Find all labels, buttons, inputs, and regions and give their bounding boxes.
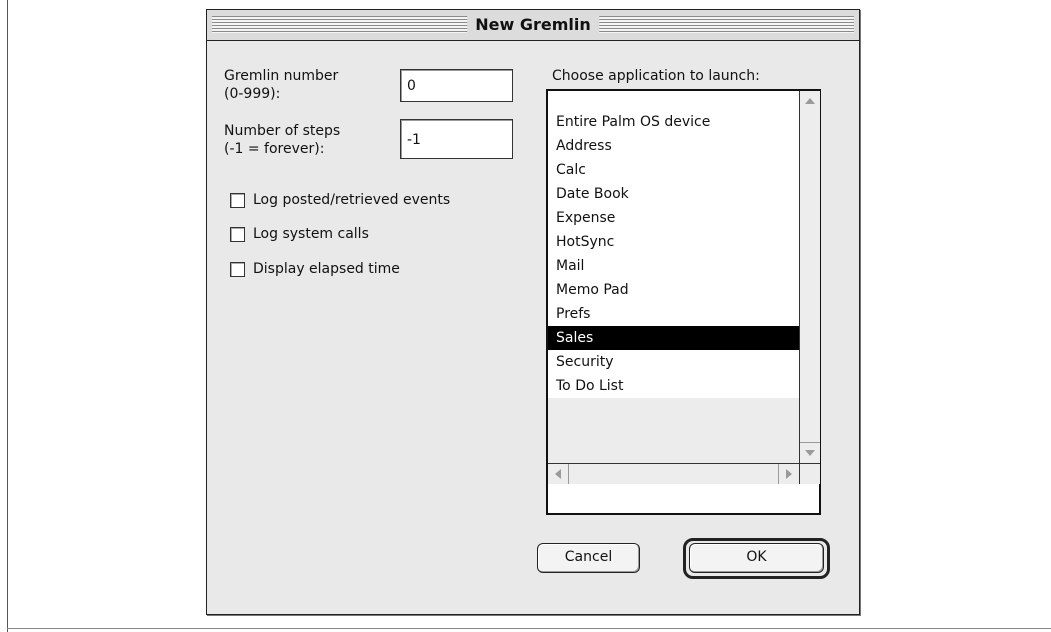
ok-button[interactable]: OK bbox=[689, 543, 824, 573]
log-system-calls-option[interactable]: Log system calls bbox=[230, 225, 369, 243]
gremlin-number-label: Gremlin number (0-999): bbox=[224, 68, 339, 102]
display-elapsed-time-checkbox[interactable] bbox=[230, 261, 245, 277]
list-item[interactable]: Prefs bbox=[548, 302, 799, 326]
list-item[interactable]: Entire Palm OS device bbox=[548, 110, 799, 134]
list-item[interactable]: HotSync bbox=[548, 230, 799, 254]
list-item[interactable]: Expense bbox=[548, 206, 799, 230]
page-left-rule bbox=[7, 0, 8, 632]
scroll-up-arrow-icon[interactable] bbox=[800, 91, 820, 111]
list-item-selected[interactable]: Sales bbox=[548, 326, 799, 350]
number-of-steps-field[interactable]: -1 bbox=[400, 119, 513, 159]
display-elapsed-time-label: Display elapsed time bbox=[253, 261, 400, 277]
scroll-down-arrow-icon[interactable] bbox=[800, 442, 820, 463]
display-elapsed-time-option[interactable]: Display elapsed time bbox=[230, 260, 400, 278]
scroll-right-arrow-icon[interactable] bbox=[778, 464, 799, 484]
horizontal-scrollbar[interactable] bbox=[548, 463, 799, 484]
list-item[interactable]: Date Book bbox=[548, 182, 799, 206]
number-of-steps-label: Number of steps (-1 = forever): bbox=[224, 123, 341, 157]
list-item[interactable]: Mail bbox=[548, 254, 799, 278]
log-posted-events-checkbox[interactable] bbox=[230, 192, 245, 208]
log-system-calls-label: Log system calls bbox=[253, 226, 369, 242]
list-item[interactable]: Security bbox=[548, 350, 799, 374]
log-posted-events-label: Log posted/retrieved events bbox=[253, 192, 451, 208]
page-bottom-rule bbox=[7, 628, 1051, 629]
list-item[interactable]: Address bbox=[548, 134, 799, 158]
scrollbar-corner bbox=[799, 463, 820, 484]
gremlin-number-field[interactable]: 0 bbox=[400, 69, 513, 102]
log-system-calls-checkbox[interactable] bbox=[230, 226, 245, 242]
list-item[interactable]: To Do List bbox=[548, 374, 799, 398]
list-empty-area bbox=[548, 398, 799, 463]
window-title: New Gremlin bbox=[467, 14, 599, 36]
app-list-label: Choose application to launch: bbox=[552, 68, 760, 84]
vertical-scrollbar[interactable] bbox=[799, 91, 820, 463]
list-item[interactable]: Memo Pad bbox=[548, 278, 799, 302]
application-list: Entire Palm OS device Address Calc Date … bbox=[546, 89, 821, 515]
scroll-left-arrow-icon[interactable] bbox=[548, 464, 569, 484]
new-gremlin-dialog: New Gremlin Gremlin number (0-999): 0 Nu… bbox=[206, 9, 860, 615]
cancel-button[interactable]: Cancel bbox=[537, 543, 640, 573]
title-bar[interactable]: New Gremlin bbox=[207, 10, 859, 41]
application-list-items[interactable]: Entire Palm OS device Address Calc Date … bbox=[548, 91, 799, 463]
log-posted-events-option[interactable]: Log posted/retrieved events bbox=[230, 191, 450, 209]
list-item[interactable]: Calc bbox=[548, 158, 799, 182]
